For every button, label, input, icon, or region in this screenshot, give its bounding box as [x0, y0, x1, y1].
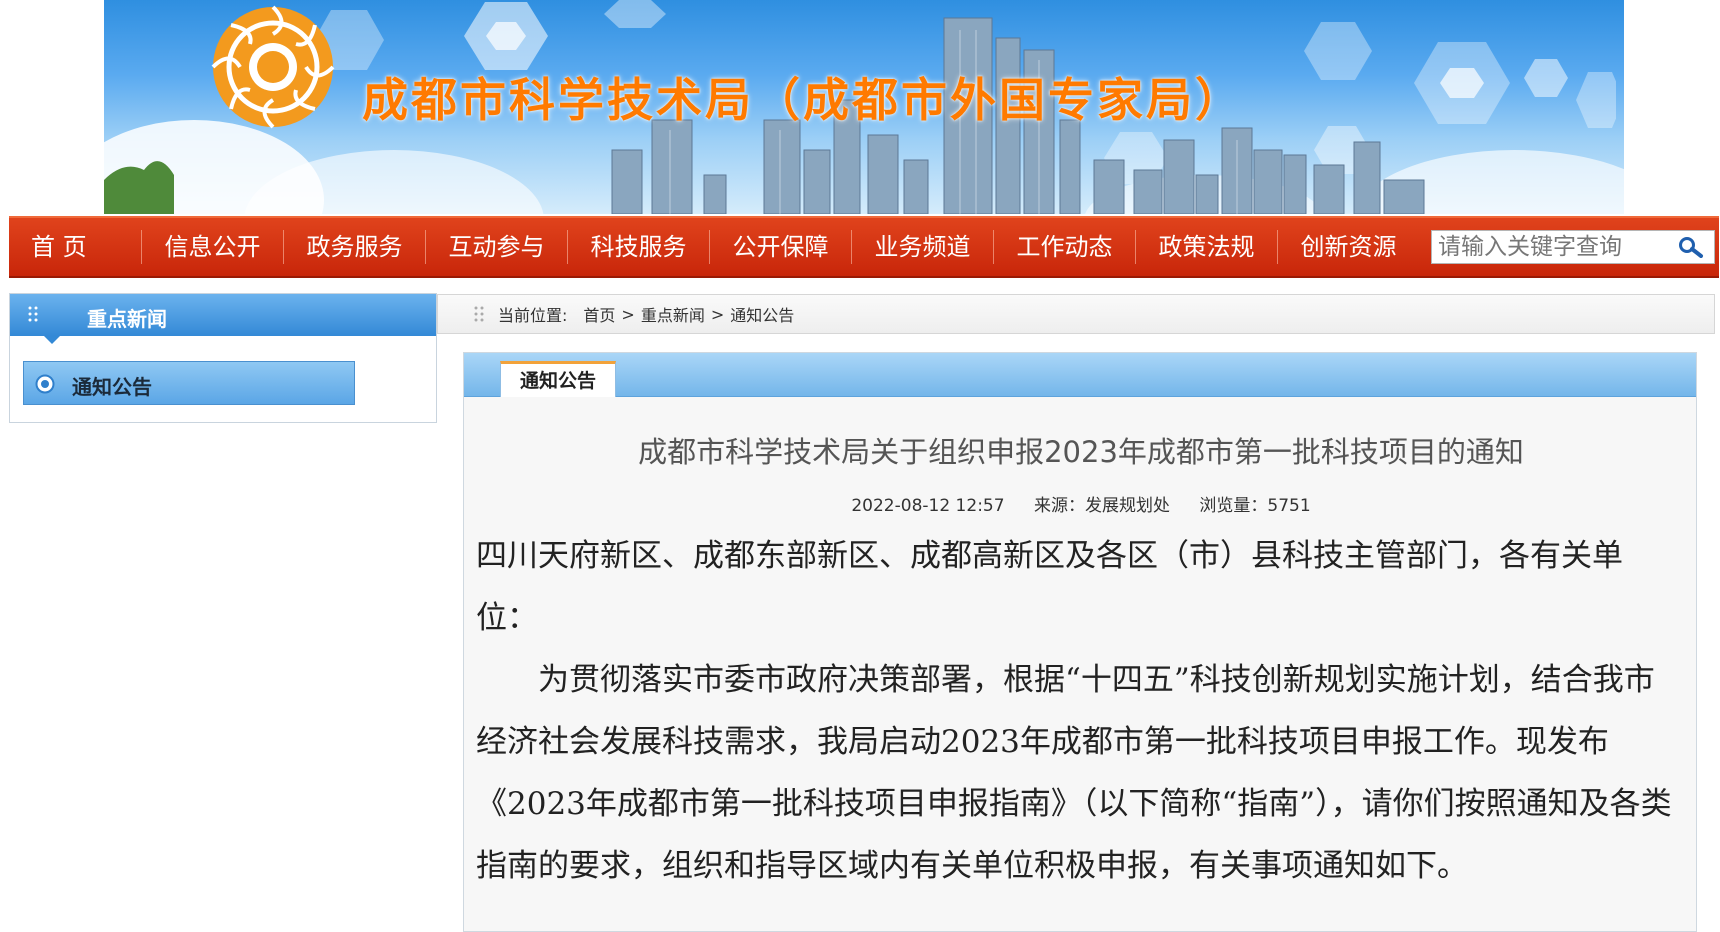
article-date: 2022-08-12 12:57 — [851, 496, 1005, 516]
grip-dots-icon — [28, 306, 38, 322]
radio-selected-icon — [35, 374, 55, 394]
breadcrumb: 当前位置: 首页 > 重点新闻 > 通知公告 — [437, 294, 1715, 334]
nav-item-home[interactable]: 首 页 — [9, 230, 142, 264]
sidebar-header-pointer — [44, 336, 60, 344]
nav-item-policies[interactable]: 政策法规 — [1136, 230, 1278, 264]
nav-item-interaction[interactable]: 互动参与 — [426, 230, 568, 264]
breadcrumb-notices[interactable]: 通知公告 — [730, 302, 794, 326]
nav-item-innovation-resources[interactable]: 创新资源 — [1278, 230, 1419, 264]
site-title: 成都市科学技术局（成都市外国专家局） — [362, 73, 1244, 127]
sidebar: 重点新闻 通知公告 — [9, 293, 437, 423]
breadcrumb-separator: > — [710, 304, 725, 324]
nav-item-business-channel[interactable]: 业务频道 — [852, 230, 994, 264]
panel-header: 通知公告 — [464, 353, 1696, 397]
article-panel: 通知公告 成都市科学技术局关于组织申报2023年成都市第一批科技项目的通知 20… — [463, 352, 1697, 932]
article-meta: 2022-08-12 12:57 来源：发展规划处 浏览量：5751 — [464, 491, 1698, 516]
article-source: 来源：发展规划处 — [1033, 496, 1170, 516]
article-views: 浏览量：5751 — [1199, 496, 1311, 516]
article-title: 成都市科学技术局关于组织申报2023年成都市第一批科技项目的通知 — [638, 435, 1524, 469]
article-paragraph: 为贯彻落实市委市政府决策部署，根据“十四五”科技创新规划实施计划，结合我市经济社… — [476, 662, 1672, 884]
article-salutation: 四川天府新区、成都东部新区、成都高新区及各区（市）县科技主管部门，各有关单位： — [476, 538, 1623, 636]
breadcrumb-separator: > — [621, 304, 635, 324]
sidebar-item-label: 通知公告 — [72, 375, 152, 399]
breadcrumb-prefix: 当前位置: — [498, 306, 568, 325]
search-input[interactable] — [1432, 231, 1676, 263]
nav-item-tech-services[interactable]: 科技服务 — [568, 230, 710, 264]
header-banner: 成都市科学技术局（成都市外国专家局） — [104, 0, 1624, 214]
article-body: 四川天府新区、成都东部新区、成都高新区及各区（市）县科技主管部门，各有关单位： … — [476, 525, 1684, 897]
grip-dots-icon — [474, 306, 484, 322]
search-icon[interactable] — [1676, 232, 1706, 262]
breadcrumb-home[interactable]: 首页 — [583, 302, 615, 326]
nav-item-disclosure-guarantee[interactable]: 公开保障 — [710, 230, 852, 264]
search-box — [1431, 230, 1715, 264]
nav-list: 首 页 信息公开 政务服务 互动参与 科技服务 公开保障 业务频道 工作动态 政… — [9, 218, 1419, 276]
breadcrumb-key-news[interactable]: 重点新闻 — [641, 302, 705, 326]
tab-notices[interactable]: 通知公告 — [500, 361, 616, 397]
nav-item-info-disclosure[interactable]: 信息公开 — [142, 230, 284, 264]
nav-item-work-news[interactable]: 工作动态 — [994, 230, 1136, 264]
sidebar-heading: 重点新闻 — [87, 307, 167, 331]
sidebar-item-notices[interactable]: 通知公告 — [23, 361, 355, 405]
sun-bird-logo — [211, 5, 335, 129]
main-nav: 首 页 信息公开 政务服务 互动参与 科技服务 公开保障 业务频道 工作动态 政… — [9, 216, 1719, 278]
sidebar-header: 重点新闻 — [10, 294, 436, 344]
nav-item-government-services[interactable]: 政务服务 — [284, 230, 426, 264]
